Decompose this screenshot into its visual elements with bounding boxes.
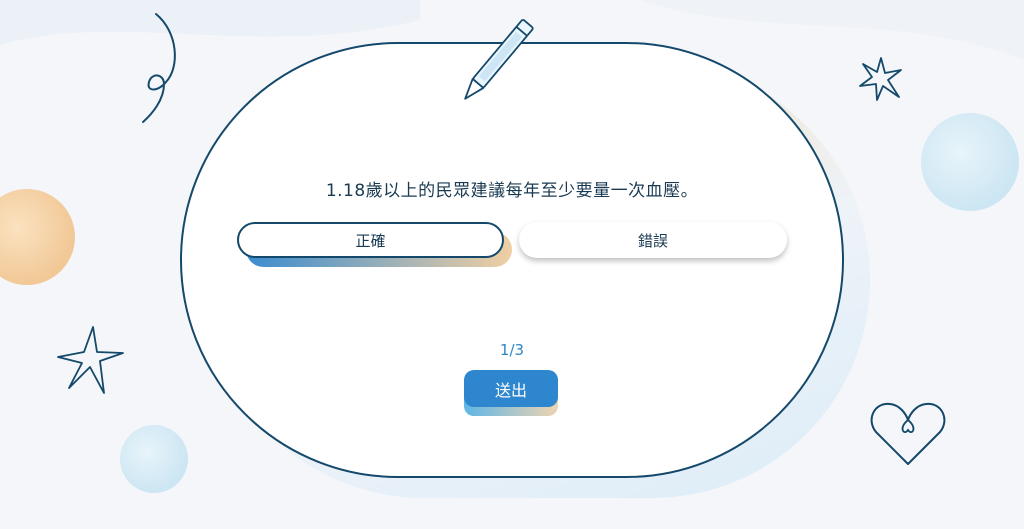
progress-indicator: 1/3 (499, 341, 525, 359)
heart-icon (870, 402, 946, 465)
question-text: 1.18歲以上的民眾建議每年至少要量一次血壓。 (325, 181, 699, 201)
pencil-icon (464, 19, 534, 100)
star-icon (859, 57, 902, 101)
orange-circle (0, 189, 75, 285)
blue-circle-bottom (120, 425, 188, 493)
submit-button[interactable]: 送出 (464, 370, 558, 407)
option-label: 錯誤 (637, 231, 668, 250)
option-true-button[interactable]: 正確 (237, 222, 504, 258)
option-false-button[interactable]: 錯誤 (519, 222, 787, 258)
swirl-icon (142, 13, 176, 123)
option-label: 正確 (355, 231, 386, 250)
submit-label: 送出 (494, 380, 527, 400)
star-icon (57, 326, 124, 394)
